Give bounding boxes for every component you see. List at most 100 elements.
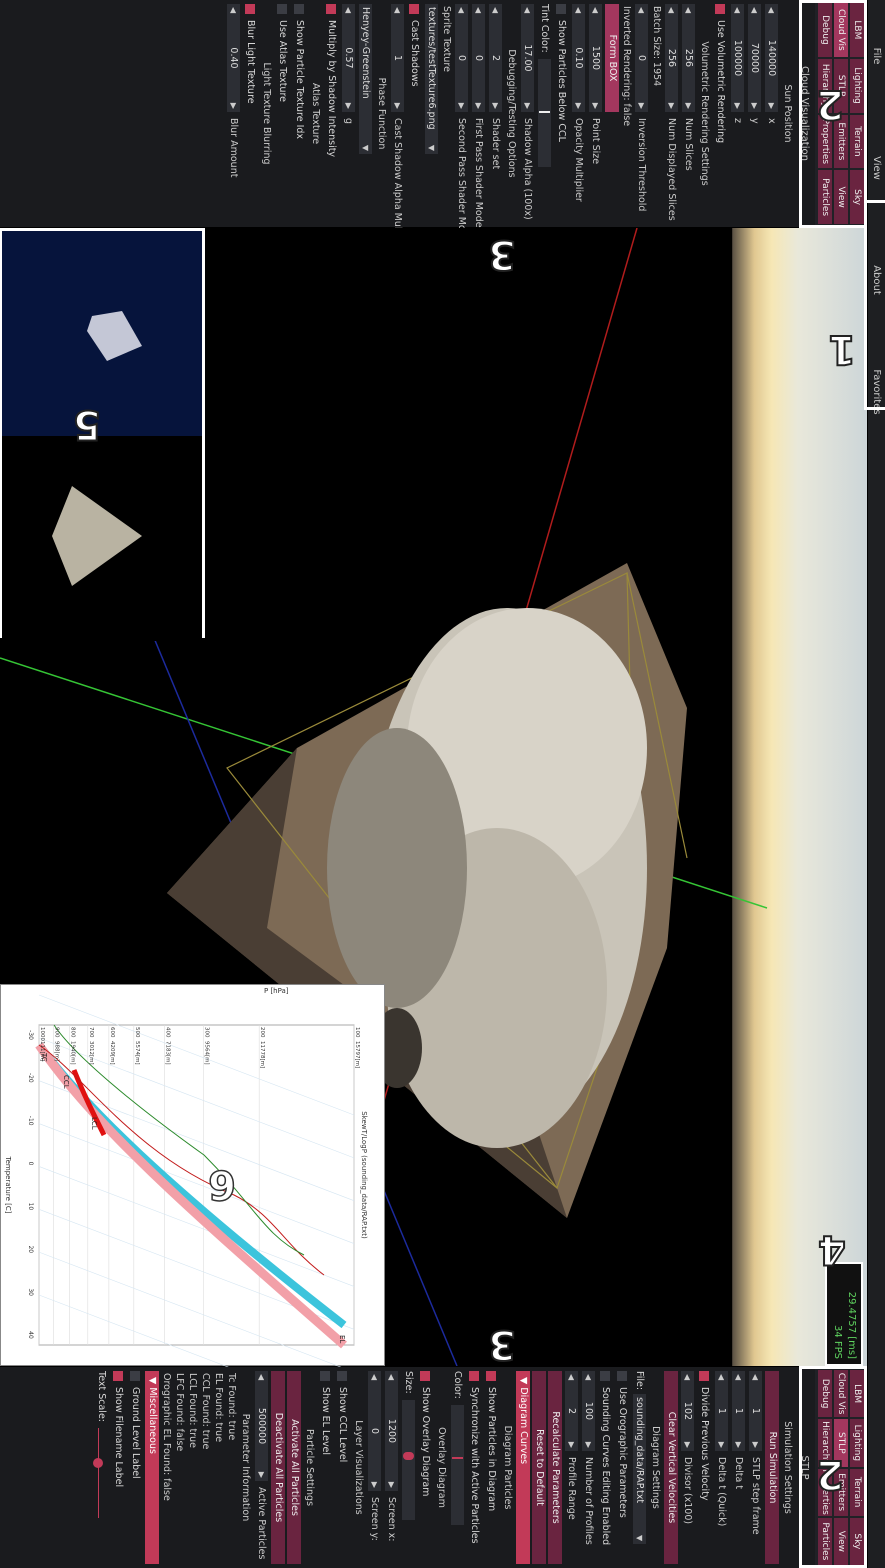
- decrement-icon[interactable]: ◀: [257, 1374, 266, 1380]
- clear-vertical-button[interactable]: Clear Vertical Velocities: [664, 1371, 678, 1564]
- show-particles-row[interactable]: Show Particles in Diagram: [484, 1371, 499, 1564]
- decrement-icon[interactable]: ◀: [574, 7, 583, 13]
- inversion-field[interactable]: ◀ 0 ▶: [635, 4, 648, 112]
- increment-icon[interactable]: ▶: [393, 103, 402, 109]
- decrement-icon[interactable]: ◀: [474, 7, 483, 13]
- num-slices-field[interactable]: ◀ 256 ▶: [682, 4, 695, 112]
- text-scale-slider[interactable]: [93, 1428, 103, 1518]
- increment-icon[interactable]: ▶: [387, 1482, 396, 1488]
- increment-icon[interactable]: ▶: [574, 103, 583, 109]
- multiply-shadow-checkbox[interactable]: [326, 4, 337, 14]
- increment-icon[interactable]: ▶: [684, 103, 693, 109]
- show-particles-checkbox[interactable]: [486, 1371, 497, 1381]
- show-idx-checkbox[interactable]: [294, 4, 305, 14]
- second-pass-field[interactable]: ◀ 0 ▶: [455, 4, 468, 112]
- tint-color-slider[interactable]: [538, 58, 551, 167]
- increment-icon[interactable]: ▶: [229, 103, 238, 109]
- decrement-icon[interactable]: ◀: [387, 1374, 396, 1380]
- show-ccl-row[interactable]: Show CCL Level: [335, 1371, 350, 1564]
- sync-active-row[interactable]: Synchronize with Active Particles: [467, 1371, 482, 1564]
- reset-default-button[interactable]: Reset to Default: [532, 1371, 546, 1564]
- form-box-button[interactable]: Form BOX: [605, 4, 619, 112]
- show-ccl-checkbox[interactable]: [337, 1371, 348, 1381]
- divide-prev-checkbox[interactable]: [699, 1371, 710, 1381]
- increment-icon[interactable]: ▶: [733, 103, 742, 109]
- decrement-icon[interactable]: ◀: [733, 7, 742, 13]
- decrement-icon[interactable]: ◀: [734, 1374, 743, 1380]
- cast-shadows-row[interactable]: Cast Shadows: [407, 4, 422, 223]
- diagram-curves-header[interactable]: ▼ Diagram Curves: [516, 1371, 530, 1564]
- increment-icon[interactable]: ▶: [457, 103, 466, 109]
- increment-icon[interactable]: ▶: [584, 1442, 593, 1448]
- first-pass-field[interactable]: ◀ 0 ▶: [472, 4, 485, 112]
- decrement-icon[interactable]: ◀: [523, 7, 532, 13]
- decrement-icon[interactable]: ◀: [751, 1374, 760, 1380]
- increment-icon[interactable]: ▶: [344, 103, 353, 109]
- shader-set-field[interactable]: ◀ 2 ▶: [489, 4, 502, 112]
- use-volumetric-row[interactable]: Use Volumetric Rendering: [713, 4, 728, 223]
- increment-icon[interactable]: ▶: [637, 103, 646, 109]
- num-displayed-field[interactable]: ◀ 256 ▶: [665, 4, 678, 112]
- sounding-editing-row[interactable]: Sounding Curves Editing Enabled: [598, 1371, 613, 1564]
- delta-t-field[interactable]: ◀ 1 ▶: [732, 1371, 745, 1451]
- show-below-row[interactable]: Show Particles Below CCL: [554, 4, 569, 223]
- multiply-shadow-row[interactable]: Multiply by Shadow Intensity: [324, 4, 339, 223]
- blur-light-checkbox[interactable]: [245, 4, 256, 14]
- activate-all-button[interactable]: Activate All Particles: [287, 1371, 301, 1564]
- shadow-alpha-field[interactable]: ◀ 17.00 ▶: [521, 4, 534, 112]
- increment-icon[interactable]: ▶: [667, 103, 676, 109]
- use-atlas-row[interactable]: Use Atlas Texture: [275, 4, 290, 223]
- show-filename-row[interactable]: Show Filename Label: [111, 1371, 126, 1564]
- chevron-down-icon[interactable]: ▼: [427, 145, 436, 151]
- menu-file[interactable]: File: [871, 0, 882, 112]
- increment-icon[interactable]: ▶: [591, 103, 600, 109]
- show-below-checkbox[interactable]: [556, 4, 567, 14]
- blur-light-row[interactable]: Blur Light Texture: [243, 4, 258, 223]
- show-idx-row[interactable]: Show Particle Texture Idx: [292, 4, 307, 223]
- chevron-down-icon[interactable]: ▼: [635, 1535, 644, 1541]
- increment-icon[interactable]: ▶: [683, 1442, 692, 1448]
- phase-function-dropdown[interactable]: Henyey-Greenstein ▼: [359, 4, 372, 154]
- use-volumetric-checkbox[interactable]: [715, 4, 726, 14]
- blur-amount-field[interactable]: ◀ 0.40 ▶: [227, 4, 240, 112]
- slider-knob[interactable]: [403, 1451, 414, 1460]
- decrement-icon[interactable]: ◀: [491, 7, 500, 13]
- increment-icon[interactable]: ▶: [717, 1442, 726, 1448]
- decrement-icon[interactable]: ◀: [393, 7, 402, 13]
- show-filename-checkbox[interactable]: [113, 1371, 124, 1381]
- decrement-icon[interactable]: ◀: [229, 7, 238, 13]
- use-orographic-checkbox[interactable]: [617, 1371, 628, 1381]
- sync-active-checkbox[interactable]: [469, 1371, 480, 1381]
- decrement-icon[interactable]: ◀: [591, 7, 600, 13]
- sun-z-field[interactable]: ◀ 100000 ▶: [731, 4, 744, 112]
- decrement-icon[interactable]: ◀: [684, 7, 693, 13]
- decrement-icon[interactable]: ◀: [637, 7, 646, 13]
- slider-knob[interactable]: [539, 110, 550, 113]
- decrement-icon[interactable]: ◀: [750, 7, 759, 13]
- increment-icon[interactable]: ▶: [751, 1442, 760, 1448]
- increment-icon[interactable]: ▶: [491, 103, 500, 109]
- screen-x-field[interactable]: ◀ 1200 ▶: [385, 1371, 398, 1491]
- deactivate-all-button[interactable]: Deactivate All Particles: [271, 1371, 285, 1564]
- increment-icon[interactable]: ▶: [734, 1442, 743, 1448]
- sprite-file-dropdown[interactable]: textures/testTexture6.png ▼: [425, 4, 438, 154]
- decrement-icon[interactable]: ◀: [370, 1374, 379, 1380]
- delta-t-quick-field[interactable]: ◀ 1 ▶: [715, 1371, 728, 1451]
- misc-header[interactable]: ▼ Miscellaneous: [145, 1371, 159, 1564]
- slider-knob[interactable]: [452, 1456, 463, 1459]
- use-atlas-checkbox[interactable]: [277, 4, 288, 14]
- slider-knob[interactable]: [93, 1458, 103, 1468]
- cast-shadow-alpha-field[interactable]: ◀ 1 ▶: [391, 4, 404, 112]
- cast-shadows-checkbox[interactable]: [409, 4, 420, 14]
- decrement-icon[interactable]: ◀: [683, 1374, 692, 1380]
- increment-icon[interactable]: ▶: [750, 103, 759, 109]
- chevron-down-icon[interactable]: ▼: [361, 145, 370, 151]
- opacity-field[interactable]: ◀ 0.10 ▶: [572, 4, 585, 112]
- sun-y-field[interactable]: ◀ 70000 ▶: [748, 4, 761, 112]
- screen-y-field[interactable]: ◀ 0 ▶: [368, 1371, 381, 1491]
- increment-icon[interactable]: ▶: [370, 1482, 379, 1488]
- increment-icon[interactable]: ▶: [474, 103, 483, 109]
- color-slider[interactable]: [451, 1404, 464, 1525]
- decrement-icon[interactable]: ◀: [457, 7, 466, 13]
- increment-icon[interactable]: ▶: [567, 1442, 576, 1448]
